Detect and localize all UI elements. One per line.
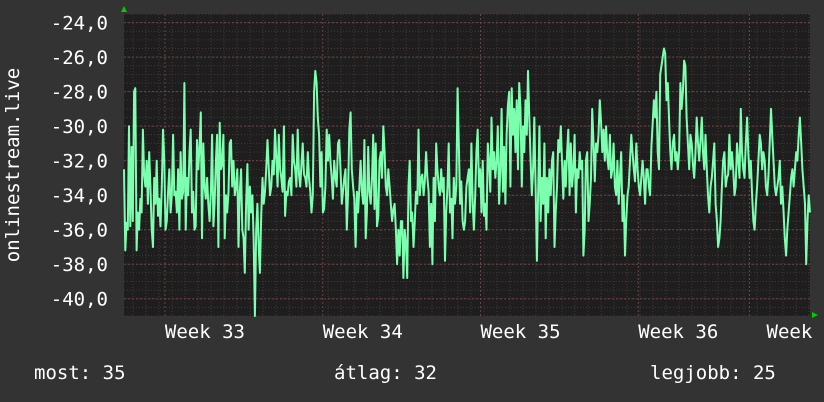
stat-legjobb-value: 25: [752, 362, 776, 384]
stat-atlag-label: átlag:: [334, 362, 403, 384]
stat-legjobb: legjobb: 25: [650, 362, 776, 384]
x-tick-label: Week 34: [323, 321, 403, 343]
y-tick-label: -30,0: [51, 116, 108, 138]
stat-most-value: 35: [102, 362, 126, 384]
y-axis: -24,0 -26,0 -28,0 -30,0 -32,0 -34,0 -36,0 -38,0…: [51, 13, 108, 311]
x-tick-label: Week 35: [480, 321, 560, 343]
x-axis-arrow: [812, 312, 818, 318]
y-tick-label: -32,0: [51, 151, 108, 173]
stat-legjobb-label: legjobb:: [650, 362, 742, 384]
y-tick-label: -28,0: [51, 82, 108, 104]
y-axis-arrow: [121, 6, 127, 12]
y-tick-label: -24,0: [51, 13, 108, 35]
y-tick-label: -36,0: [51, 220, 108, 242]
y-tick-label: -26,0: [51, 47, 108, 69]
y-axis-label: onlinestream.live: [2, 68, 24, 262]
stat-most: most: 35: [34, 362, 126, 384]
stat-most-label: most:: [34, 362, 92, 384]
x-tick-label: Week 36: [638, 321, 718, 343]
stat-atlag-value: 32: [414, 362, 437, 384]
x-tick-label: Week 33: [165, 321, 245, 343]
y-tick-label: -40,0: [51, 289, 108, 311]
stat-atlag: átlag: 32: [334, 362, 437, 384]
y-tick-label: -34,0: [51, 185, 108, 207]
x-axis: Week 33 Week 34 Week 35 Week 36 Week: [165, 321, 813, 343]
chart: -24,0 -26,0 -28,0 -30,0 -32,0 -34,0 -36,0 -38,0…: [2, 6, 818, 343]
y-tick-label: -38,0: [51, 254, 108, 276]
x-tick-label: Week: [767, 321, 813, 343]
